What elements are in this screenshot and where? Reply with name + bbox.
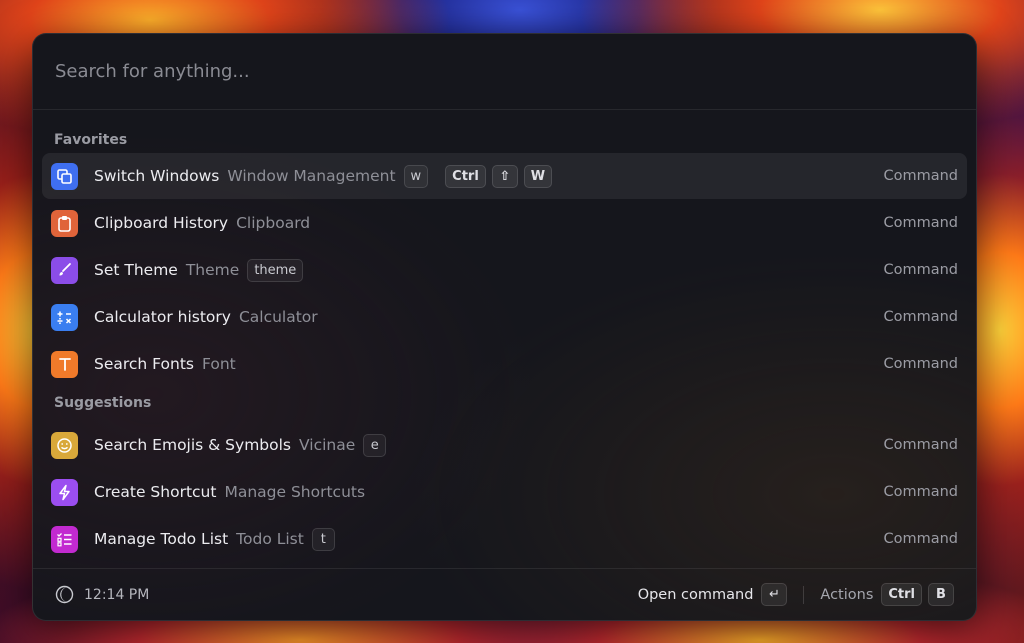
item-type: Command [883,215,958,231]
section-title-favorites: Favorites [54,131,128,148]
enter-key: ↵ [761,583,788,606]
checklist-icon [51,525,78,553]
item-type: Command [883,356,958,372]
item-title: Create Shortcut [94,483,217,501]
list-item-create-shortcut[interactable]: Create Shortcut Manage Shortcuts Command [42,469,967,515]
item-subtitle: Clipboard [236,214,311,232]
section-title-suggestions: Suggestions [54,395,152,411]
footer-bar: 12:14 PM Open command ↵ Actions Ctrl B [33,568,976,620]
actions-key: Ctrl [881,583,922,606]
item-title: Search Fonts [94,355,195,373]
clipboard-icon [51,209,78,237]
footer-time: 12:14 PM [84,586,150,603]
item-title: Set Theme [94,261,178,279]
item-type: Command [883,168,958,184]
actions-key: B [928,583,954,606]
alias-badge: w [403,164,429,188]
actions-button[interactable]: Actions [820,587,873,603]
hotkey-key: ⇧ [491,164,518,188]
list-item-calculator-history[interactable]: Calculator history Calculator Command [42,294,967,340]
item-subtitle: Font [202,355,236,373]
results-list: Favorites Switch Windows Window Manageme… [33,110,976,562]
item-title: Calculator history [94,308,231,326]
alias-badge: t [311,527,335,551]
item-type: Command [883,309,958,325]
hotkey-key: W [523,164,553,188]
windows-stack-icon [51,162,78,190]
list-item-switch-windows[interactable]: Switch Windows Window Management w Ctrl … [42,153,967,199]
item-subtitle: Window Management [227,167,396,185]
item-subtitle: Vicinae [299,436,356,454]
smiley-icon [51,431,78,459]
item-title: Switch Windows [94,167,220,185]
footer-divider [803,585,805,604]
font-icon [51,350,78,378]
item-title: Clipboard History [94,214,229,232]
alias-badge: e [363,433,387,457]
launcher-window: Favorites Switch Windows Window Manageme… [32,33,977,621]
item-subtitle: Todo List [236,530,304,548]
item-type: Command [883,437,958,453]
open-command-button[interactable]: Open command [638,587,754,603]
item-subtitle: Manage Shortcuts [224,483,366,501]
brush-icon [51,256,78,284]
list-item-clipboard-history[interactable]: Clipboard History Clipboard Command [42,200,967,246]
hotkey-key: Ctrl [445,164,486,188]
hotkey-group: Ctrl ⇧ W [445,164,553,188]
item-title: Search Emojis & Symbols [94,436,291,454]
search-input[interactable] [55,61,954,82]
calculator-icon [51,303,78,331]
moon-icon [55,585,74,604]
footer-actions: Open command ↵ Actions Ctrl B [638,583,954,606]
item-subtitle: Theme [185,261,240,279]
list-item-search-emojis[interactable]: Search Emojis & Symbols Vicinae e Comman… [42,422,967,468]
list-item-set-theme[interactable]: Set Theme Theme theme Command [42,247,967,293]
item-type: Command [883,262,958,278]
bolt-icon [51,478,78,506]
search-bar [33,34,976,110]
item-title: Manage Todo List [94,530,229,548]
alias-badge: theme [247,258,304,282]
item-subtitle: Calculator [238,308,318,326]
item-type: Command [883,531,958,547]
list-item-search-fonts[interactable]: Search Fonts Font Command [42,341,967,387]
list-item-manage-todo-list[interactable]: Manage Todo List Todo List t Command [42,516,967,562]
item-type: Command [883,484,958,500]
